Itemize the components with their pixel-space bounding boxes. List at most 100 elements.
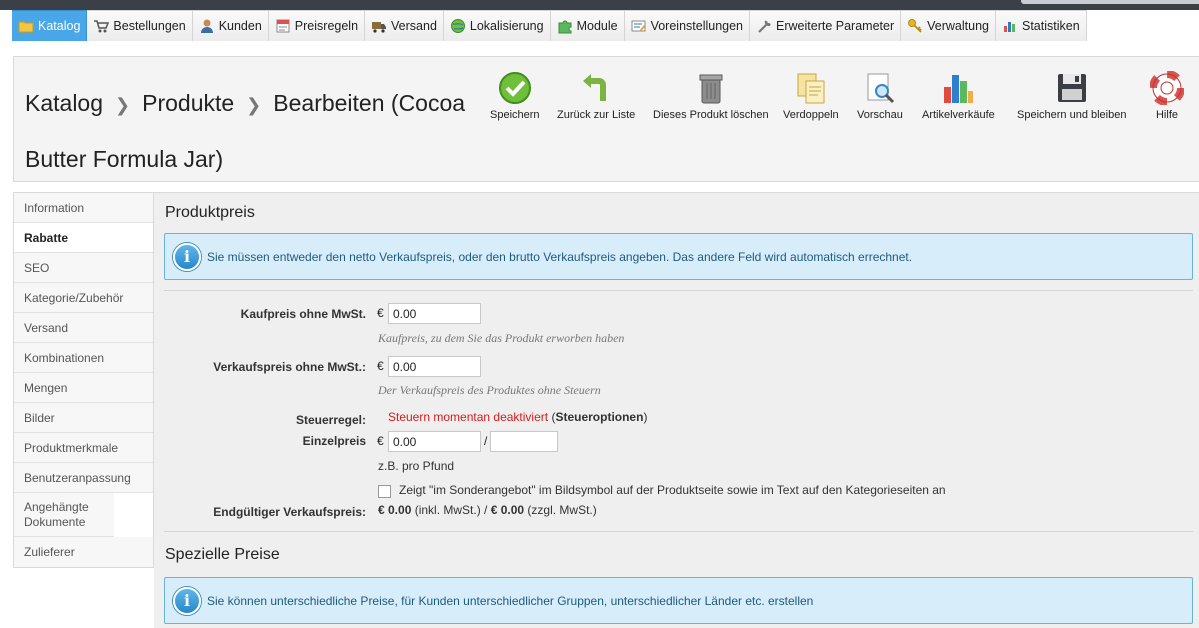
menu-item-statistiken[interactable]: Statistiken <box>995 10 1087 41</box>
tax-rule-label: Steuerregel: <box>295 413 366 427</box>
sale-price-hint: Der Verkaufspreis des Produktes ohne Ste… <box>378 383 601 397</box>
sidebar-item-seo[interactable]: SEO <box>14 253 153 283</box>
help-button[interactable]: Hilfe <box>1149 70 1185 121</box>
menu-label: Bestellungen <box>113 19 186 33</box>
menu-label: Voreinstellungen <box>650 19 744 33</box>
product-sales-button[interactable]: Artikelverkäufe <box>922 71 995 121</box>
info-icon: i <box>173 242 201 271</box>
breadcrumb-separator: ❯ <box>115 95 131 115</box>
price-rules-icon <box>275 18 291 34</box>
unit-price-input[interactable] <box>388 431 481 452</box>
sidebar-item-produktmerkmale[interactable]: Produktmerkmale <box>14 433 153 463</box>
purchase-price-label: Kaufpreis ohne MwSt. <box>240 307 366 321</box>
delete-product-button[interactable]: Dieses Produkt löschen <box>653 71 769 121</box>
tax-status-text: Steuern momentan deaktiviert <box>388 410 549 424</box>
purchase-price-hint: Kaufpreis, zu dem Sie das Produkt erworb… <box>378 331 625 345</box>
trash-icon <box>694 71 728 105</box>
page-header: Katalog ❯ Produkte ❯ Bearbeiten (Cocoa Butte… <box>13 56 1199 182</box>
sidebar-item-zulieferer[interactable]: Zulieferer <box>14 537 153 567</box>
menu-item-kunden[interactable]: Kunden <box>192 10 269 41</box>
sidebar-item-benutzeranpassung[interactable]: Benutzeranpassung <box>14 463 153 493</box>
final-price-value: € 0.00 (inkl. MwSt.) / € 0.00 (zzgl. MwS… <box>378 503 597 517</box>
special-offer-label: Zeigt "im Sonderangebot" im Bildsymbol a… <box>399 483 946 497</box>
back-arrow-icon <box>579 71 613 105</box>
final-price-net: € 0.00 <box>490 503 525 517</box>
menu-label: Module <box>576 19 618 33</box>
sidebar-item-versand[interactable]: Versand <box>14 313 153 343</box>
breadcrumb-item-katalog[interactable]: Katalog <box>25 90 103 116</box>
save-check-icon <box>498 71 532 105</box>
key-icon <box>907 18 923 34</box>
menu-label: Katalog <box>38 19 81 33</box>
sidebar-item-rabatte[interactable]: Rabatte <box>14 223 153 253</box>
menu-item-voreinstellungen[interactable]: Voreinstellungen <box>624 10 751 41</box>
menu-label: Kunden <box>218 19 262 33</box>
truck-icon <box>371 18 387 34</box>
sale-price-input[interactable] <box>388 356 481 377</box>
product-sales-label: Artikelverkäufe <box>922 109 995 121</box>
divider <box>164 290 1193 291</box>
unit-price-hint: z.B. pro Pfund <box>378 459 455 473</box>
sidebar-item-kombinationen[interactable]: Kombinationen <box>14 343 153 373</box>
sidebar-item-angehaengte-dokumente[interactable]: Angehängte Dokumente <box>14 493 114 537</box>
final-price-gross: € 0.00 <box>378 503 412 517</box>
menu-label: Erweiterte Parameter <box>776 19 895 33</box>
folder-icon <box>18 18 34 34</box>
purchase-price-input[interactable] <box>388 303 481 324</box>
sidebar-item-information[interactable]: Information <box>14 193 153 223</box>
menu-label: Versand <box>391 19 437 33</box>
menu-item-module[interactable]: Module <box>550 10 625 41</box>
user-icon <box>199 18 215 34</box>
wrench-icon <box>756 18 772 34</box>
save-and-stay-button[interactable]: Speichern und bleiben <box>1017 71 1126 121</box>
preferences-icon <box>631 18 647 34</box>
menu-label: Preisregeln <box>294 19 359 33</box>
menu-item-erweiterte-parameter[interactable]: Erweiterte Parameter <box>750 10 902 41</box>
tax-close-paren: ) <box>643 410 648 424</box>
lifebuoy-icon <box>1149 70 1185 106</box>
sidebar-item-kategorie-zubehoer[interactable]: Kategorie/Zubehör <box>14 283 153 313</box>
duplicate-label: Verdoppeln <box>783 109 839 121</box>
final-price-gross-note: (inkl. MwSt.) / <box>411 503 491 517</box>
menu-item-versand[interactable]: Versand <box>365 10 444 41</box>
sidebar-item-bilder[interactable]: Bilder <box>14 403 153 433</box>
info-icon: i <box>173 586 201 615</box>
stats-icon <box>1002 18 1018 34</box>
unit-price-slash: / <box>484 434 488 448</box>
floppy-disk-icon <box>1055 71 1089 105</box>
special-prices-info-box: i Sie können unterschiedliche Preise, fü… <box>164 577 1193 624</box>
cart-icon <box>93 18 110 34</box>
main-menu: Katalog Bestellungen Kunden Preisregeln … <box>12 10 1087 41</box>
menu-item-katalog[interactable]: Katalog <box>12 10 88 41</box>
price-info-box: i Sie müssen entweder den netto Verkaufs… <box>164 233 1193 280</box>
preview-button[interactable]: Vorschau <box>857 71 903 121</box>
back-to-list-button[interactable]: Zurück zur Liste <box>557 71 635 121</box>
menu-label: Verwaltung <box>927 19 989 33</box>
breadcrumb-item-produkte[interactable]: Produkte <box>142 90 234 116</box>
breadcrumb: Katalog ❯ Produkte ❯ Bearbeiten (Cocoa Butte… <box>25 76 495 186</box>
special-offer-checkbox[interactable] <box>378 485 391 498</box>
sidebar-item-mengen[interactable]: Mengen <box>14 373 153 403</box>
special-prices-info-text: Sie können unterschiedliche Preise, für … <box>207 593 814 608</box>
tax-options-link[interactable]: Steueroptionen <box>555 410 643 424</box>
duplicate-icon <box>794 71 828 105</box>
delete-product-label: Dieses Produkt löschen <box>653 109 769 121</box>
menu-item-verwaltung[interactable]: Verwaltung <box>901 10 996 41</box>
duplicate-button[interactable]: Verdoppeln <box>783 71 839 121</box>
puzzle-icon <box>557 18 573 34</box>
menu-item-lokalisierung[interactable]: Lokalisierung <box>443 10 551 41</box>
sale-price-currency: € <box>377 359 384 373</box>
sale-price-label: Verkaufspreis ohne MwSt.: <box>213 360 366 374</box>
menu-item-bestellungen[interactable]: Bestellungen <box>87 10 193 41</box>
main-content: Produktpreis i Sie müssen entweder den n… <box>154 192 1199 628</box>
divider <box>164 531 1193 532</box>
top-strip-pill <box>1021 0 1199 4</box>
save-button[interactable]: Speichern <box>490 71 540 121</box>
menu-item-preisregeln[interactable]: Preisregeln <box>268 10 366 41</box>
preview-icon <box>863 71 897 105</box>
price-info-text: Sie müssen entweder den netto Verkaufspr… <box>207 249 913 264</box>
unit-per-input[interactable] <box>490 431 558 452</box>
final-price-label: Endgültiger Verkaufspreis: <box>213 505 366 519</box>
help-label: Hilfe <box>1155 109 1178 121</box>
section-title-produktpreis: Produktpreis <box>165 204 255 221</box>
